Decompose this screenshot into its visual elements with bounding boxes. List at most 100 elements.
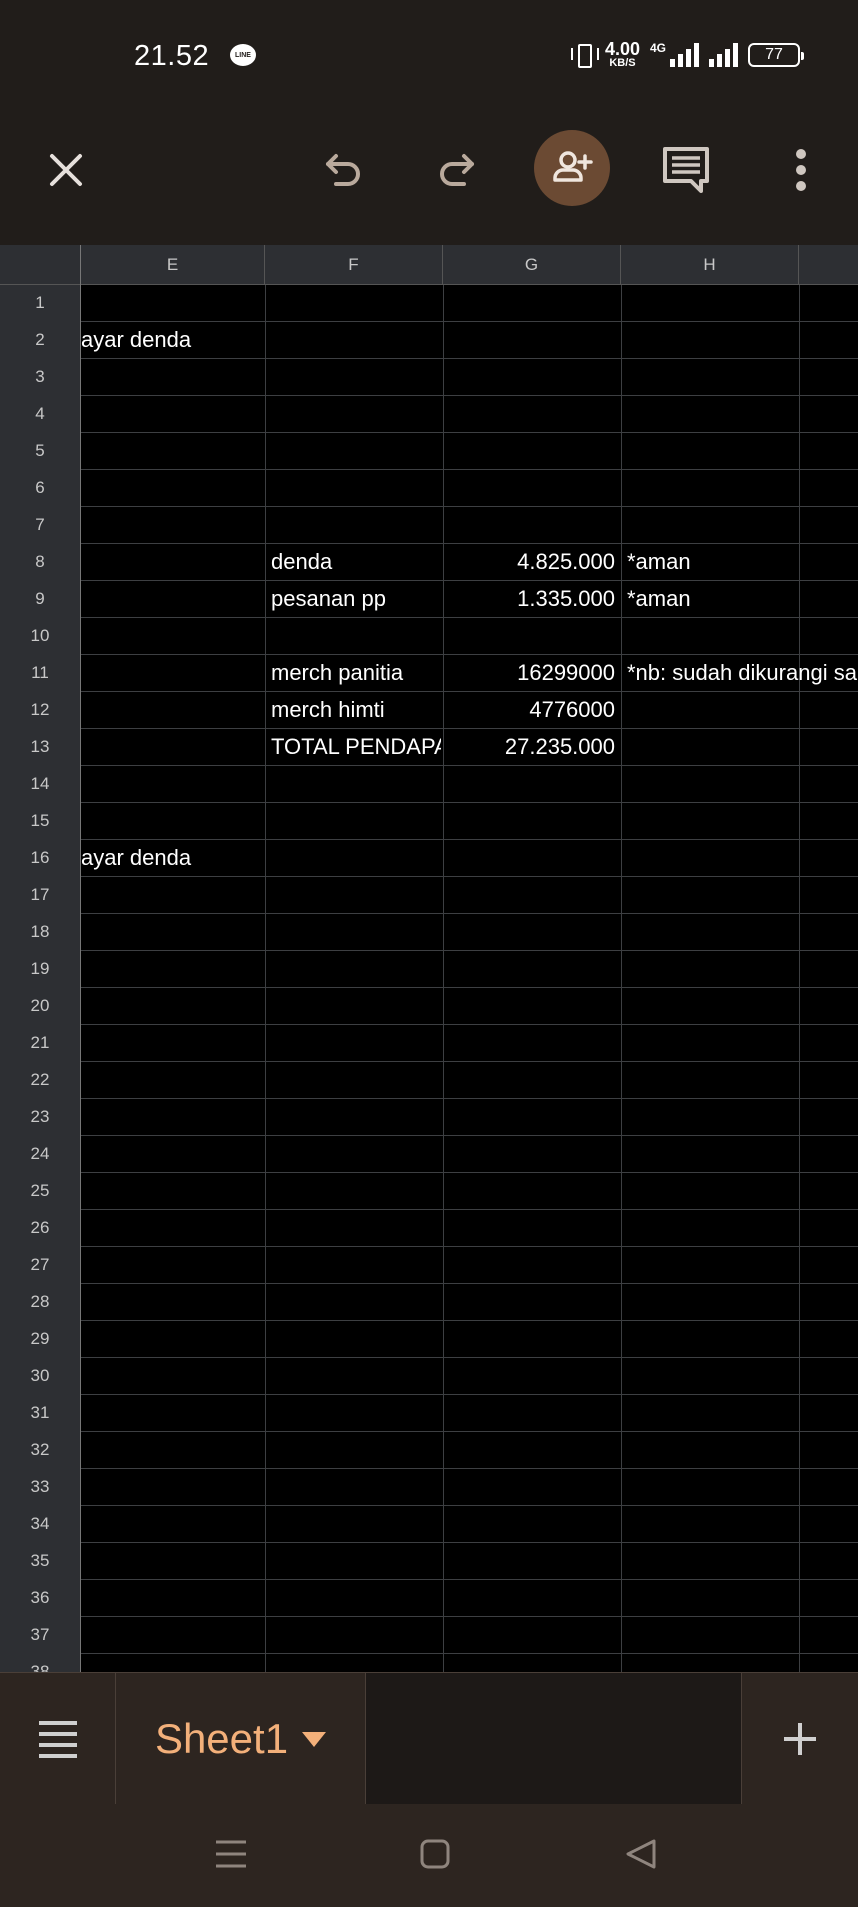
cell-e[interactable] <box>81 914 265 950</box>
cell-g[interactable] <box>445 1654 615 1672</box>
cell-h[interactable] <box>627 433 858 469</box>
cell-e[interactable] <box>81 1358 265 1394</box>
row-number[interactable]: 13 <box>0 729 81 766</box>
cell-f[interactable] <box>271 1469 441 1505</box>
more-options-button[interactable] <box>778 140 824 200</box>
row-number[interactable]: 9 <box>0 581 81 618</box>
row-number[interactable]: 34 <box>0 1506 81 1543</box>
cell-f[interactable] <box>271 1062 441 1098</box>
row-number[interactable]: 8 <box>0 544 81 581</box>
cell-h[interactable] <box>627 1469 858 1505</box>
cell-f[interactable] <box>271 1580 441 1616</box>
cell-f[interactable] <box>271 1654 441 1672</box>
cell-h[interactable] <box>627 1321 858 1357</box>
cell-f[interactable] <box>271 1173 441 1209</box>
cell-f[interactable] <box>271 1284 441 1320</box>
cell-f[interactable] <box>271 1395 441 1431</box>
cell-e[interactable]: ayar denda <box>81 322 265 358</box>
cell-e[interactable] <box>81 803 265 839</box>
row-number[interactable]: 3 <box>0 359 81 396</box>
sheet-tab-sheet1[interactable]: Sheet1 <box>116 1673 366 1805</box>
cell-h[interactable] <box>627 877 858 913</box>
cell-f[interactable] <box>271 840 441 876</box>
cell-g[interactable] <box>445 396 615 432</box>
cell-h[interactable]: *aman <box>627 544 858 580</box>
row-number[interactable]: 2 <box>0 322 81 359</box>
sheet-list-button[interactable] <box>0 1673 116 1805</box>
cell-f[interactable] <box>271 1543 441 1579</box>
cell-e[interactable] <box>81 1062 265 1098</box>
cell-e[interactable] <box>81 1210 265 1246</box>
cell-h[interactable] <box>627 1506 858 1542</box>
cell-f[interactable] <box>271 618 441 654</box>
share-button[interactable] <box>534 130 610 206</box>
cell-e[interactable] <box>81 285 265 321</box>
row-number[interactable]: 23 <box>0 1099 81 1136</box>
cell-h[interactable]: *aman <box>627 581 858 617</box>
cell-g[interactable] <box>445 1617 615 1653</box>
cell-h[interactable] <box>627 914 858 950</box>
row-number[interactable]: 22 <box>0 1062 81 1099</box>
cell-e[interactable]: ayar denda <box>81 840 265 876</box>
cell-e[interactable] <box>81 1506 265 1542</box>
spreadsheet-grid[interactable]: E F G H 1 2 ayar denda 3 4 5 6 7 8 denda 4.825.000… <box>0 245 858 1672</box>
cell-f[interactable]: merch panitia <box>271 655 441 691</box>
row-number[interactable]: 31 <box>0 1395 81 1432</box>
back-button[interactable] <box>621 1834 661 1874</box>
row-number[interactable]: 5 <box>0 433 81 470</box>
cell-g[interactable] <box>445 988 615 1024</box>
cell-e[interactable] <box>81 1432 265 1468</box>
cell-f[interactable] <box>271 1358 441 1394</box>
cell-g[interactable] <box>445 803 615 839</box>
cell-e[interactable] <box>81 1025 265 1061</box>
cell-g[interactable] <box>445 840 615 876</box>
row-number[interactable]: 30 <box>0 1358 81 1395</box>
cell-g[interactable] <box>445 1543 615 1579</box>
cell-h[interactable] <box>627 1099 858 1135</box>
cell-g[interactable] <box>445 1580 615 1616</box>
column-header-e[interactable]: E <box>81 245 265 285</box>
cell-f[interactable] <box>271 914 441 950</box>
row-number[interactable]: 1 <box>0 285 81 322</box>
cell-h[interactable]: *nb: sudah dikurangi sa <box>627 655 858 691</box>
cell-f[interactable] <box>271 1099 441 1135</box>
row-number[interactable]: 35 <box>0 1543 81 1580</box>
cell-g[interactable] <box>445 433 615 469</box>
cell-h[interactable] <box>627 692 858 728</box>
cell-f[interactable] <box>271 507 441 543</box>
column-header-h[interactable]: H <box>621 245 799 285</box>
cell-e[interactable] <box>81 877 265 913</box>
cell-h[interactable] <box>627 729 858 765</box>
row-number[interactable]: 24 <box>0 1136 81 1173</box>
row-number[interactable]: 33 <box>0 1469 81 1506</box>
cell-h[interactable] <box>627 618 858 654</box>
row-number[interactable]: 25 <box>0 1173 81 1210</box>
cell-f[interactable] <box>271 1136 441 1172</box>
close-button[interactable] <box>36 140 96 200</box>
cell-h[interactable] <box>627 470 858 506</box>
undo-button[interactable] <box>314 140 374 200</box>
cell-e[interactable] <box>81 396 265 432</box>
cell-e[interactable] <box>81 1136 265 1172</box>
cell-f[interactable] <box>271 433 441 469</box>
cell-f[interactable] <box>271 322 441 358</box>
cell-g[interactable] <box>445 1247 615 1283</box>
cell-g[interactable] <box>445 1358 615 1394</box>
comments-button[interactable] <box>656 140 716 200</box>
cell-f[interactable] <box>271 1432 441 1468</box>
cell-g[interactable] <box>445 1062 615 1098</box>
cell-g[interactable] <box>445 1136 615 1172</box>
row-number[interactable]: 7 <box>0 507 81 544</box>
cell-e[interactable] <box>81 951 265 987</box>
cell-f[interactable] <box>271 877 441 913</box>
cell-h[interactable] <box>627 322 858 358</box>
row-number[interactable]: 6 <box>0 470 81 507</box>
cell-h[interactable] <box>627 1136 858 1172</box>
row-number[interactable]: 26 <box>0 1210 81 1247</box>
cell-f[interactable] <box>271 1247 441 1283</box>
cell-f[interactable] <box>271 359 441 395</box>
cell-e[interactable] <box>81 1580 265 1616</box>
cell-g[interactable] <box>445 470 615 506</box>
select-all-corner[interactable] <box>0 245 81 285</box>
cell-h[interactable] <box>627 840 858 876</box>
